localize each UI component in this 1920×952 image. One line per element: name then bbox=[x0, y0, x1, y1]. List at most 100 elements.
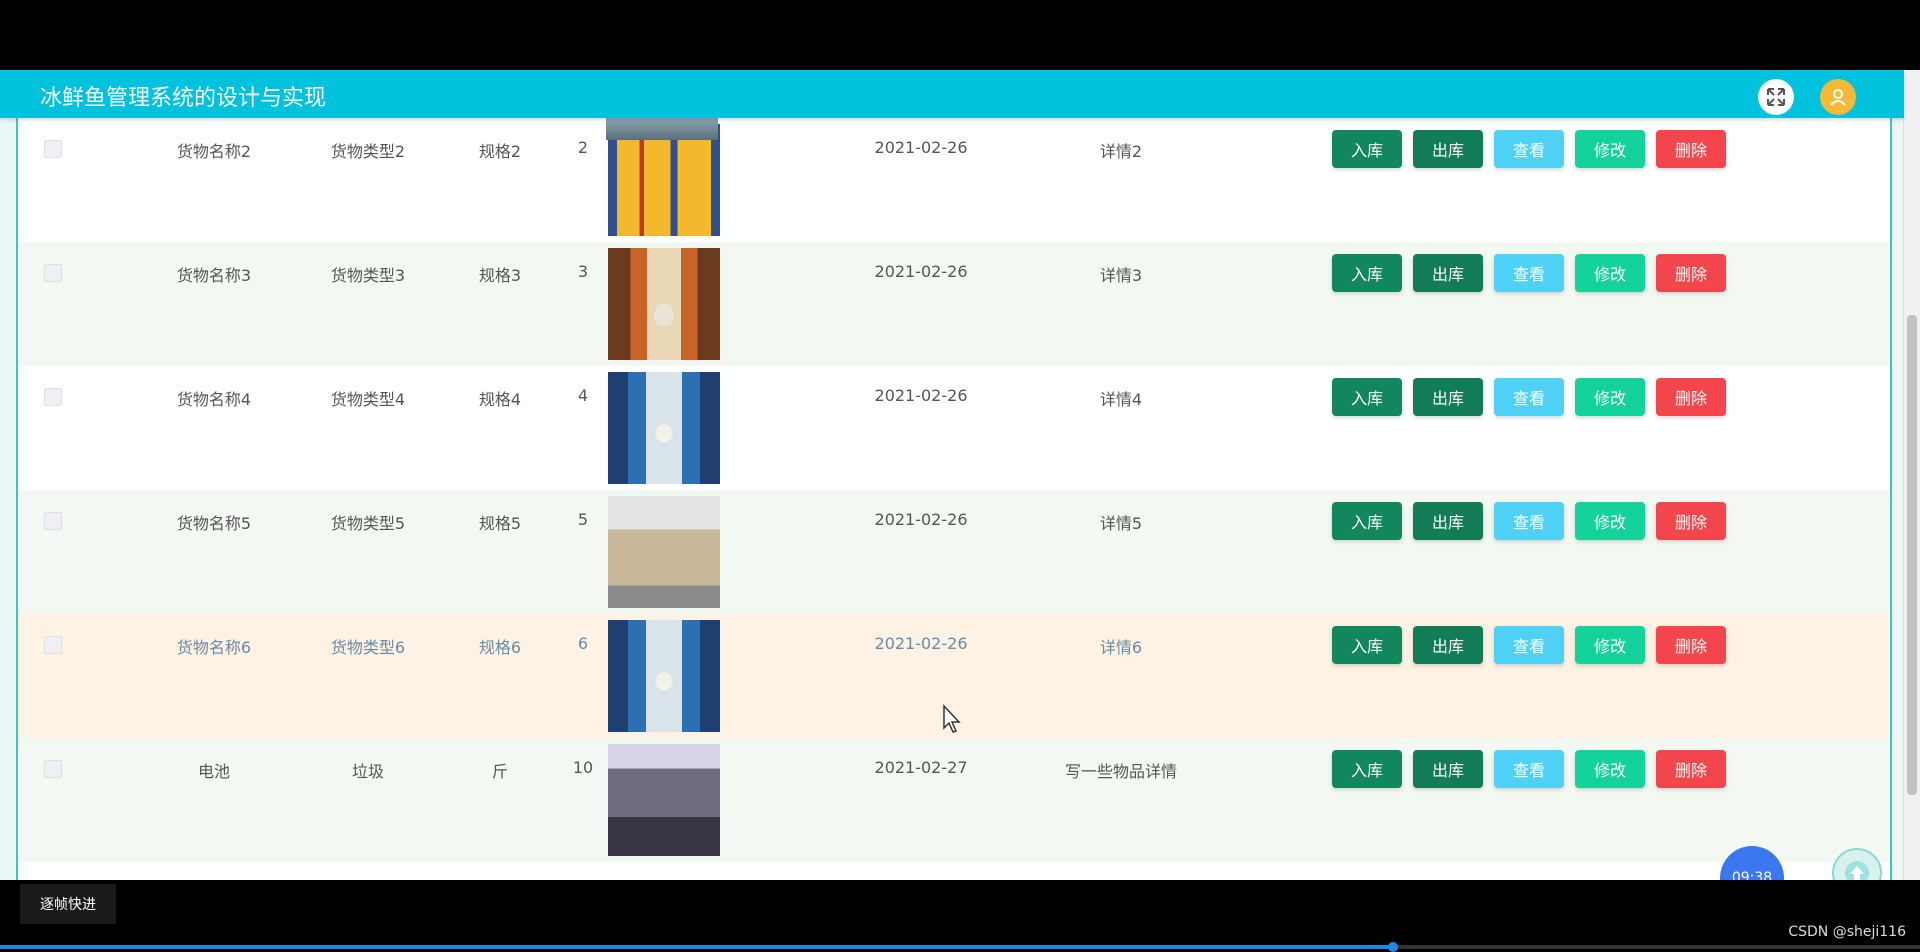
table-row: 电池 垃圾 斤 10 2021-02-27 写一些物品详情 入库 出库 查看 修改 删除 bbox=[18, 738, 1890, 862]
cell-date: 2021-02-26 bbox=[874, 510, 968, 529]
app-header: 冰鲜鱼管理系统的设计与实现 bbox=[0, 70, 1904, 118]
stock-out-button[interactable]: 出库 bbox=[1413, 750, 1483, 788]
view-button[interactable]: 查看 bbox=[1494, 626, 1564, 664]
delete-button[interactable]: 删除 bbox=[1656, 626, 1726, 664]
user-avatar-button[interactable] bbox=[1820, 79, 1856, 115]
cell-spec: 规格2 bbox=[478, 142, 522, 161]
table-row: 货物名称5 货物类型5 规格5 5 2021-02-26 详情5 入库 出库 查看 修改 删除 bbox=[18, 490, 1890, 614]
edit-button[interactable]: 修改 bbox=[1575, 502, 1645, 540]
row-actions: 入库 出库 查看 修改 删除 bbox=[1332, 130, 1726, 168]
cell-detail: 详情2 bbox=[1099, 142, 1143, 161]
row-actions: 入库 出库 查看 修改 删除 bbox=[1332, 750, 1726, 788]
stock-in-button[interactable]: 入库 bbox=[1332, 378, 1402, 416]
view-button[interactable]: 查看 bbox=[1494, 750, 1564, 788]
goods-image bbox=[608, 248, 720, 360]
stock-out-button[interactable]: 出库 bbox=[1413, 502, 1483, 540]
progress-fill bbox=[0, 945, 1395, 949]
view-button[interactable]: 查看 bbox=[1494, 254, 1564, 292]
cell-name: 货物名称5 bbox=[176, 514, 252, 533]
app-viewport: 冰鲜鱼管理系统的设计与实现 货物名称2 货物类型2 规格2 2 2021-02-26 详情… bbox=[0, 70, 1920, 880]
cell-date: 2021-02-26 bbox=[874, 138, 968, 157]
watermark-text: CSDN @sheji116 bbox=[1788, 924, 1906, 940]
cell-spec: 规格6 bbox=[478, 638, 522, 657]
cell-detail: 详情6 bbox=[1099, 638, 1143, 657]
stock-in-button[interactable]: 入库 bbox=[1332, 502, 1402, 540]
delete-button[interactable]: 删除 bbox=[1656, 750, 1726, 788]
row-checkbox[interactable] bbox=[44, 636, 62, 654]
app-title: 冰鲜鱼管理系统的设计与实现 bbox=[40, 86, 327, 111]
stock-in-button[interactable]: 入库 bbox=[1332, 626, 1402, 664]
scrollbar-thumb[interactable] bbox=[1907, 315, 1917, 795]
delete-button[interactable]: 删除 bbox=[1656, 502, 1726, 540]
stock-in-button[interactable]: 入库 bbox=[1332, 254, 1402, 292]
cell-type: 货物类型2 bbox=[330, 142, 406, 161]
cell-qty: 5 bbox=[577, 510, 589, 529]
table-row: 货物名称2 货物类型2 规格2 2 2021-02-26 详情2 入库 出库 查看 修改 删除 bbox=[18, 118, 1890, 242]
row-checkbox[interactable] bbox=[44, 140, 62, 158]
cell-type: 货物类型4 bbox=[330, 390, 406, 409]
row-actions: 入库 出库 查看 修改 删除 bbox=[1332, 254, 1726, 292]
stock-out-button[interactable]: 出库 bbox=[1413, 626, 1483, 664]
table-row: 货物名称3 货物类型3 规格3 3 2021-02-26 详情3 入库 出库 查看 修改 删除 bbox=[18, 242, 1890, 366]
cell-detail: 详情3 bbox=[1099, 266, 1143, 285]
goods-image bbox=[608, 744, 720, 856]
row-checkbox[interactable] bbox=[44, 760, 62, 778]
arrow-up-icon bbox=[1845, 861, 1869, 880]
video-progress-bar[interactable] bbox=[0, 942, 1920, 952]
stock-out-button[interactable]: 出库 bbox=[1413, 254, 1483, 292]
mouse-cursor-icon bbox=[943, 704, 961, 733]
video-top-letterbox bbox=[0, 0, 1920, 70]
goods-image bbox=[608, 496, 720, 608]
cell-date: 2021-02-27 bbox=[874, 758, 968, 777]
cell-name: 货物名称6 bbox=[176, 638, 252, 657]
cell-qty: 3 bbox=[577, 262, 589, 281]
cell-detail: 详情5 bbox=[1099, 514, 1143, 533]
delete-button[interactable]: 删除 bbox=[1656, 130, 1726, 168]
delete-button[interactable]: 删除 bbox=[1656, 254, 1726, 292]
goods-table: 货物名称2 货物类型2 规格2 2 2021-02-26 详情2 入库 出库 查看 修改 删除 货物名… bbox=[16, 118, 1892, 880]
expand-icon bbox=[1767, 88, 1785, 106]
cell-spec: 规格3 bbox=[478, 266, 522, 285]
frame-step-button[interactable]: 逐帧快进 bbox=[20, 884, 116, 924]
table-row: 货物名称4 货物类型4 规格4 4 2021-02-26 详情4 入库 出库 查看 修改 删除 bbox=[18, 366, 1890, 490]
video-player-controls: 逐帧快进 CSDN @sheji116 bbox=[0, 880, 1920, 952]
cell-date: 2021-02-26 bbox=[874, 386, 968, 405]
cell-date: 2021-02-26 bbox=[874, 262, 968, 281]
cell-name: 货物名称2 bbox=[176, 142, 252, 161]
row-checkbox[interactable] bbox=[44, 264, 62, 282]
goods-image bbox=[608, 372, 720, 484]
fullscreen-button[interactable] bbox=[1758, 79, 1794, 115]
cell-qty: 4 bbox=[577, 386, 589, 405]
cell-date: 2021-02-26 bbox=[874, 634, 968, 653]
view-button[interactable]: 查看 bbox=[1494, 130, 1564, 168]
goods-image bbox=[608, 620, 720, 732]
cell-spec: 斤 bbox=[491, 762, 509, 781]
progress-knob[interactable] bbox=[1388, 942, 1398, 952]
edit-button[interactable]: 修改 bbox=[1575, 130, 1645, 168]
row-checkbox[interactable] bbox=[44, 512, 62, 530]
stock-in-button[interactable]: 入库 bbox=[1332, 130, 1402, 168]
cell-spec: 规格5 bbox=[478, 514, 522, 533]
goods-image bbox=[608, 124, 720, 236]
page-scrollbar[interactable] bbox=[1903, 70, 1920, 880]
cell-name: 电池 bbox=[197, 762, 231, 781]
view-button[interactable]: 查看 bbox=[1494, 502, 1564, 540]
row-actions: 入库 出库 查看 修改 删除 bbox=[1332, 502, 1726, 540]
row-checkbox[interactable] bbox=[44, 388, 62, 406]
cell-type: 货物类型5 bbox=[330, 514, 406, 533]
stock-in-button[interactable]: 入库 bbox=[1332, 750, 1402, 788]
cell-type: 货物类型3 bbox=[330, 266, 406, 285]
edit-button[interactable]: 修改 bbox=[1575, 254, 1645, 292]
row-actions: 入库 出库 查看 修改 删除 bbox=[1332, 626, 1726, 664]
edit-button[interactable]: 修改 bbox=[1575, 378, 1645, 416]
edit-button[interactable]: 修改 bbox=[1575, 750, 1645, 788]
delete-button[interactable]: 删除 bbox=[1656, 378, 1726, 416]
row-actions: 入库 出库 查看 修改 删除 bbox=[1332, 378, 1726, 416]
stock-out-button[interactable]: 出库 bbox=[1413, 378, 1483, 416]
cell-detail: 详情4 bbox=[1099, 390, 1143, 409]
edit-button[interactable]: 修改 bbox=[1575, 626, 1645, 664]
previous-row-image-partial bbox=[606, 118, 718, 140]
stock-out-button[interactable]: 出库 bbox=[1413, 130, 1483, 168]
view-button[interactable]: 查看 bbox=[1494, 378, 1564, 416]
cell-spec: 规格4 bbox=[478, 390, 522, 409]
